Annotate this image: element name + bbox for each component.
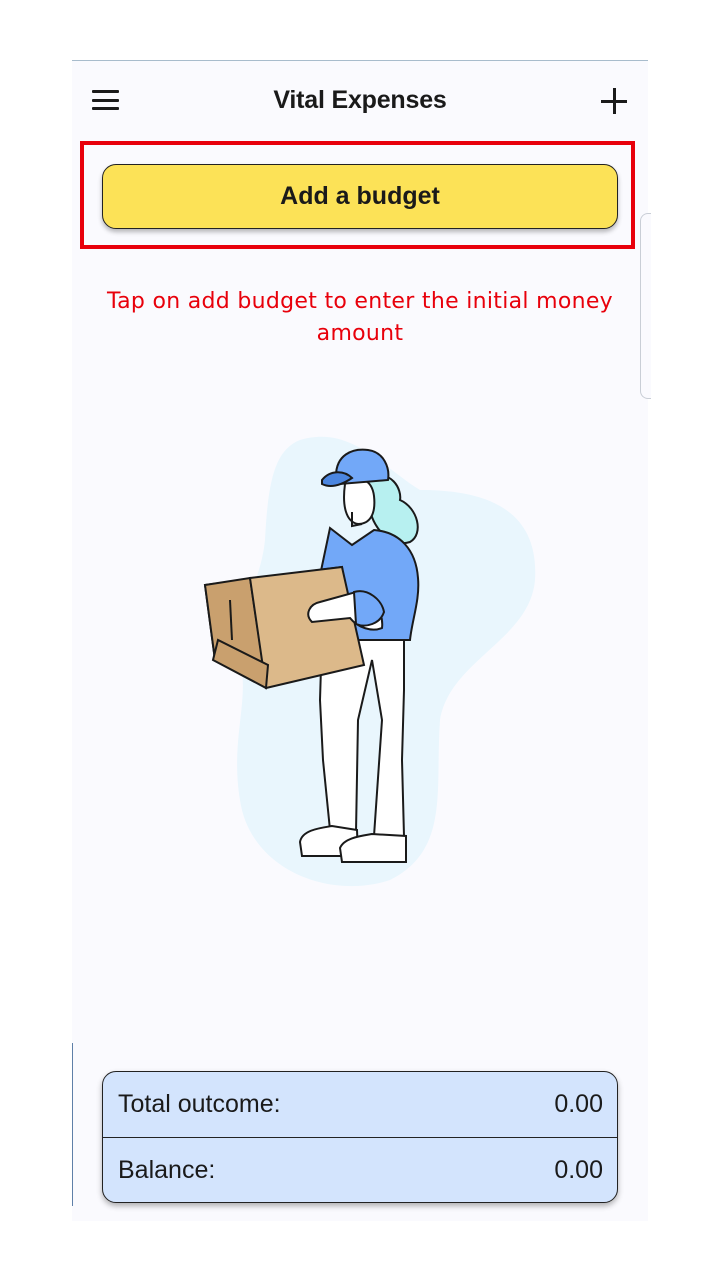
total-outcome-value: 0.00 (554, 1090, 603, 1118)
balance-value: 0.00 (554, 1156, 603, 1184)
summary-card: Total outcome: 0.00 Balance: 0.00 (102, 1071, 618, 1203)
hamburger-menu-icon[interactable] (92, 90, 119, 112)
total-outcome-row: Total outcome: 0.00 (103, 1072, 617, 1137)
hint-text: Tap on add budget to enter the initial m… (107, 289, 613, 346)
side-drawer-handle[interactable] (640, 213, 651, 399)
total-outcome-label: Total outcome: (118, 1090, 281, 1118)
add-budget-button[interactable]: Add a budget (102, 164, 618, 229)
screen-edge-line (72, 1043, 73, 1206)
balance-row: Balance: 0.00 (103, 1137, 617, 1202)
delivery-person-illustration (203, 436, 536, 887)
app-title: Vital Expenses (273, 86, 447, 114)
balance-label: Balance: (118, 1156, 216, 1184)
plus-icon[interactable] (601, 88, 627, 114)
